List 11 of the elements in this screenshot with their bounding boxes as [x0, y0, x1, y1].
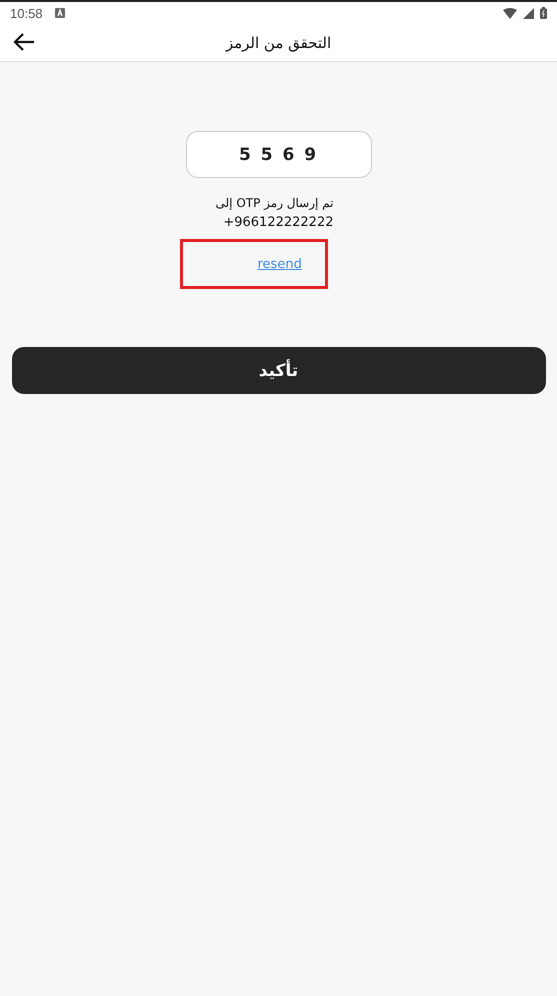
confirm-button[interactable]: تأكيد: [12, 347, 546, 394]
clock-time: 10:58: [10, 6, 43, 20]
wifi-icon: [503, 8, 517, 18]
notification-icon: [54, 8, 65, 18]
signal-icon: [523, 8, 534, 18]
phone-number: +966122222222: [222, 215, 334, 230]
back-button[interactable]: [13, 33, 35, 51]
otp-message: تم إرسال رمز OTP إلى: [214, 196, 334, 210]
battery-icon: [540, 7, 547, 19]
otp-field[interactable]: 5 5 6 9: [186, 131, 372, 178]
screen-title: التحقق من الرمز: [226, 34, 332, 52]
